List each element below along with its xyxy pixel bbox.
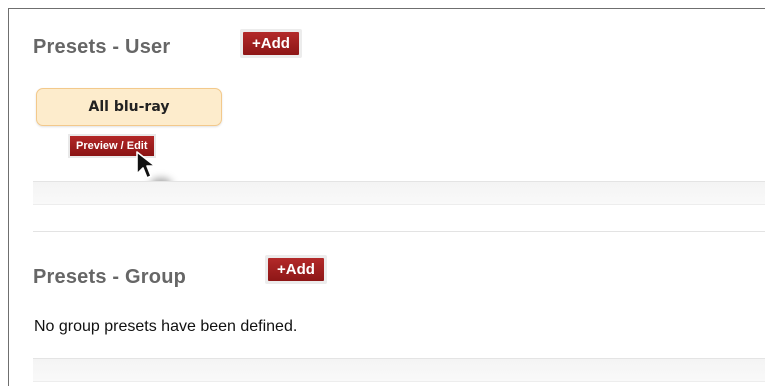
- preset-card-all-blu-ray[interactable]: All blu-ray: [36, 88, 222, 126]
- group-empty-message: No group presets have been defined.: [34, 318, 298, 335]
- group-add-button[interactable]: +Add: [268, 258, 324, 281]
- user-add-button-wrap: +Add: [240, 29, 302, 58]
- user-presets-title: Presets - User: [33, 36, 171, 58]
- group-presets-title: Presets - Group: [33, 266, 187, 288]
- group-section-footer-band: [33, 358, 765, 382]
- group-add-button-wrap: +Add: [265, 255, 327, 284]
- mouse-pointer-icon: [136, 151, 156, 179]
- user-section-footer-band: [33, 181, 765, 205]
- user-add-button[interactable]: +Add: [243, 32, 299, 55]
- section-divider: [33, 231, 765, 232]
